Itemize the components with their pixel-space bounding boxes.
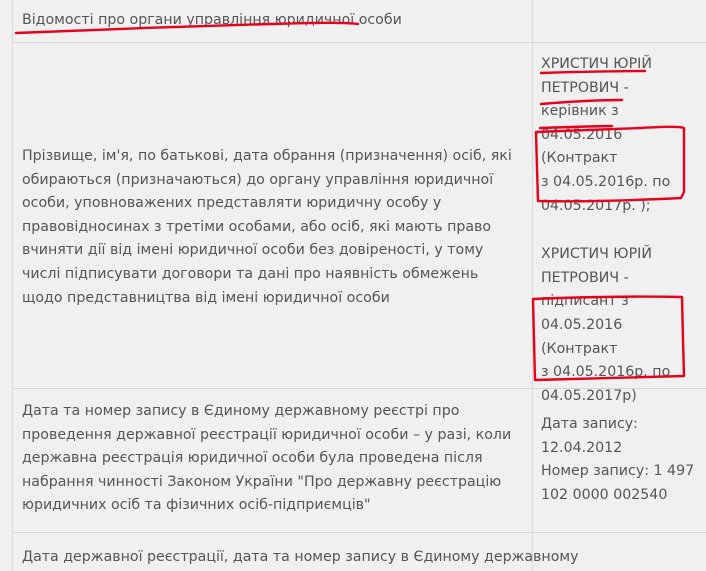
table-left-border bbox=[12, 0, 13, 571]
row-label-registration-date: Дата державної реєстрації, дата та номер… bbox=[22, 549, 579, 565]
value-line: Дата запису: bbox=[541, 416, 638, 432]
value-line: 04.05.2016 (Контракт bbox=[541, 316, 623, 357]
row-value-governing-persons: ХРИСТИЧ ЮРІЙ ПЕТРОВИЧ - керівник з 04.05… bbox=[541, 53, 701, 408]
value-line: 12.04.2012 bbox=[541, 439, 623, 456]
row-divider-1 bbox=[12, 42, 706, 43]
value-line: підписант з bbox=[541, 293, 629, 310]
row-label-registration-record: Дата та номер запису в Єдиному державном… bbox=[22, 403, 512, 514]
row-divider-2 bbox=[12, 388, 706, 389]
value-line: Номер запису: 1 497 bbox=[541, 463, 695, 480]
value-line: ПЕТРОВИЧ - bbox=[541, 79, 629, 96]
value-line: з 04.05.2016р. по bbox=[541, 173, 671, 190]
value-line: ХРИСТИЧ ЮРІЙ bbox=[541, 246, 652, 263]
value-line: ХРИСТИЧ ЮРІЙ bbox=[541, 56, 652, 72]
row-value-registration-record: Дата запису: 12.04.2012 Номер запису: 1 … bbox=[541, 413, 701, 507]
value-line: 04.05.2016 (Контракт bbox=[541, 126, 623, 167]
value-line-spacer bbox=[541, 218, 701, 243]
value-line: з 04.05.2016р. по bbox=[541, 364, 671, 381]
value-line: 04.05.2017р. ); bbox=[541, 197, 651, 214]
column-divider bbox=[532, 0, 533, 571]
value-line: керівник з bbox=[541, 103, 619, 120]
row-label-governing-persons: Прізвище, ім'я, по батькові, дата обранн… bbox=[22, 148, 512, 306]
row-divider-3 bbox=[12, 532, 706, 533]
section-title: Відомості про органи управління юридично… bbox=[22, 12, 402, 28]
value-line: ПЕТРОВИЧ - bbox=[541, 269, 629, 286]
value-line: 102 0000 002540 bbox=[541, 486, 668, 503]
